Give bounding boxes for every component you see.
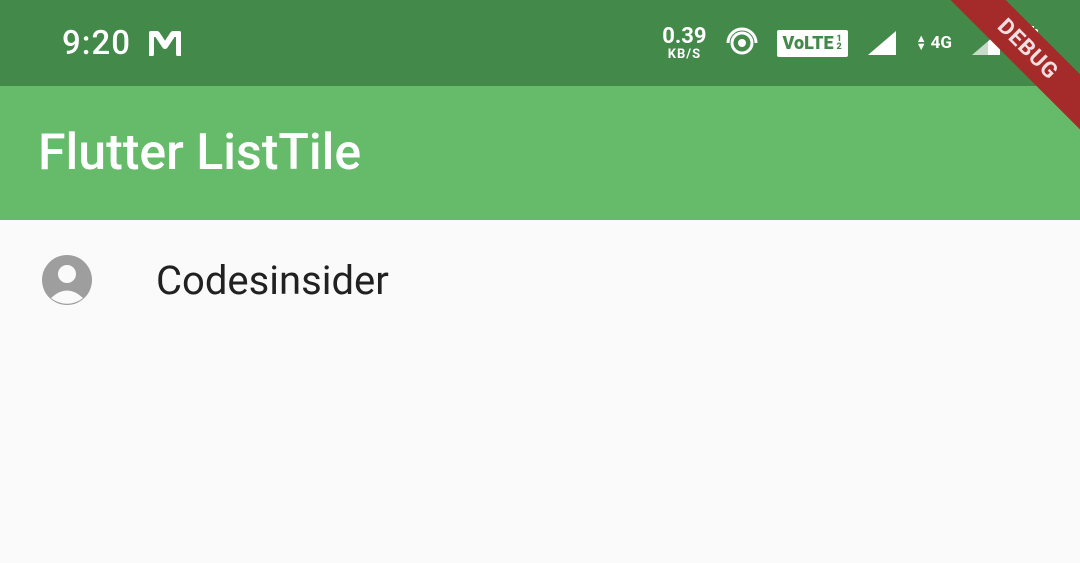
account-circle-icon [42, 255, 92, 305]
signal-4g-label: ▲ ▼ [916, 35, 927, 52]
app-bar-title: Flutter ListTile [38, 124, 361, 182]
signal-4g-group: ▲ ▼ 4G [916, 33, 952, 53]
data-arrows-icon: ▲ ▼ [916, 35, 927, 52]
speed-value: 0.39 [662, 26, 706, 48]
volte-label: VoLTE [783, 33, 834, 54]
list-tile-title: Codesinsider [156, 257, 389, 304]
brand-m-icon [149, 30, 181, 56]
clock-time: 9:20 [62, 24, 131, 63]
content-area: Codesinsider [0, 220, 1080, 340]
signal-icon-1 [866, 29, 898, 57]
status-bar-left: 9:20 [62, 24, 181, 63]
network-speed-indicator: 0.39 KB/S [662, 26, 706, 61]
status-bar: 9:20 0.39 KB/S VoLTE 1 2 [0, 0, 1080, 86]
volte-sub: 1 2 [837, 35, 842, 51]
app-bar: Flutter ListTile [0, 86, 1080, 220]
speed-unit: KB/S [668, 48, 701, 61]
hotspot-icon [725, 26, 759, 60]
network-type-label: 4G [931, 33, 952, 53]
volte-badge: VoLTE 1 2 [777, 30, 848, 57]
list-tile[interactable]: Codesinsider [0, 220, 1080, 340]
